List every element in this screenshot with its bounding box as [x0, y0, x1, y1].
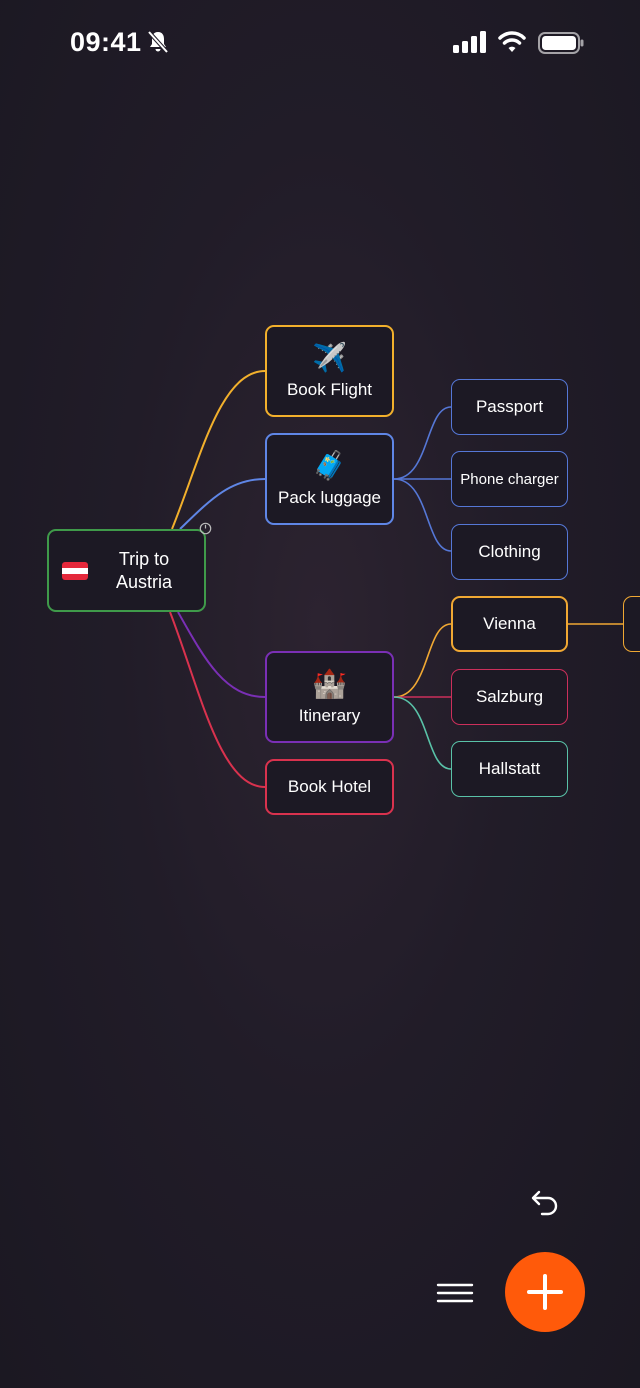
airplane-icon: ✈️ [312, 342, 347, 373]
undo-arrow-icon[interactable] [528, 1188, 562, 1218]
leaf-node-label: Passport [475, 397, 544, 416]
branch-node-label: Pack luggage [277, 488, 382, 507]
leaf-node-vienna[interactable]: Vienna [451, 596, 568, 652]
branch-node-book-flight[interactable]: ✈️ Book Flight [265, 325, 394, 417]
austria-flag-icon [62, 561, 88, 580]
leaf-node-clothing[interactable]: Clothing [451, 524, 568, 580]
branch-node-label: Itinerary [298, 706, 361, 725]
branch-node-itinerary[interactable]: 🏰 Itinerary [265, 651, 394, 743]
branch-node-label: Book Flight [286, 380, 373, 399]
leaf-node-label: Vienna [483, 614, 536, 633]
suitcase-icon: 🧳 [312, 450, 347, 481]
branch-node-label: Book Hotel [287, 777, 372, 796]
branch-node-book-hotel[interactable]: Book Hotel [265, 759, 394, 815]
leaf-node-passport[interactable]: Passport [451, 379, 568, 435]
leaf-node-label: Salzburg [475, 687, 544, 706]
root-node-label: Trip to Austria [115, 548, 173, 592]
leaf-node-salzburg[interactable]: Salzburg [451, 669, 568, 725]
mind-map-canvas[interactable]: Trip to Austria ✈️ Book Flight 🧳 Pack lu… [0, 0, 640, 1388]
add-node-button[interactable] [505, 1252, 585, 1332]
hamburger-menu-icon[interactable] [436, 1280, 474, 1306]
leaf-node-phone-charger[interactable]: Phone charger [451, 451, 568, 507]
leaf-node-hallstatt[interactable]: Hallstatt [451, 741, 568, 797]
leaf-node-label: Phone charger [460, 470, 559, 488]
leaf-node-offscreen[interactable] [623, 596, 640, 652]
leaf-node-label: Clothing [478, 542, 541, 561]
branch-node-pack-luggage[interactable]: 🧳 Pack luggage [265, 433, 394, 525]
plus-icon [527, 1274, 563, 1310]
collapse-toggle-icon[interactable] [199, 522, 212, 535]
leaf-node-label: Hallstatt [478, 759, 541, 778]
root-node-trip-to-austria[interactable]: Trip to Austria [47, 529, 206, 612]
castle-icon: 🏰 [312, 668, 347, 699]
